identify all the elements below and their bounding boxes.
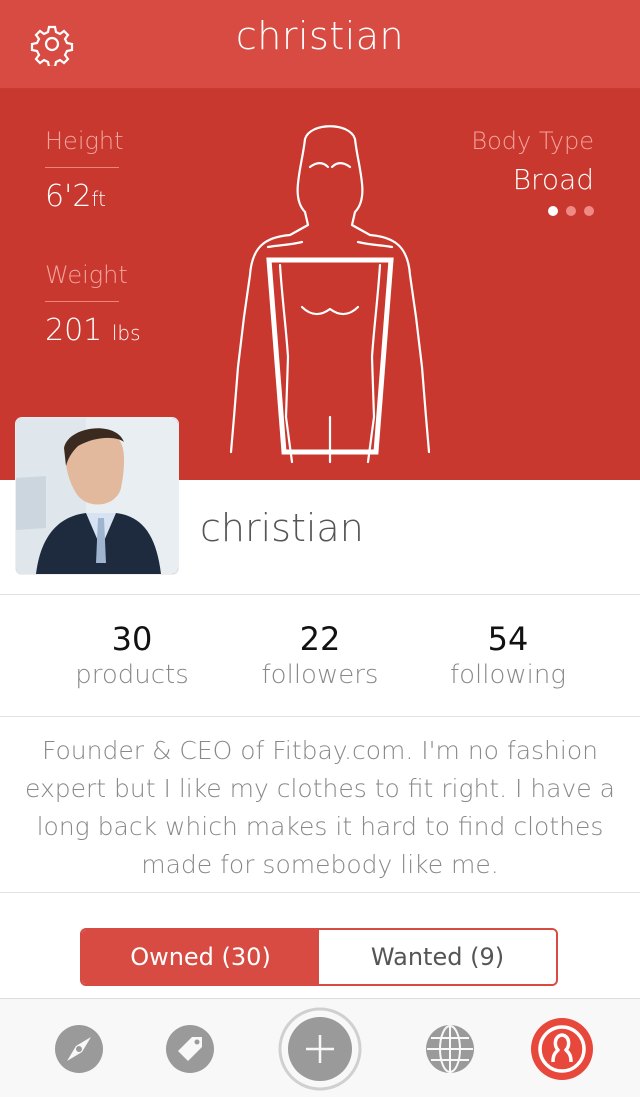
body-type-label: Body Type bbox=[471, 127, 594, 155]
products-stat[interactable]: 30 products bbox=[32, 620, 232, 690]
divider bbox=[0, 716, 640, 717]
height-label: Height bbox=[45, 127, 124, 155]
weight-value: 201 lbs bbox=[45, 313, 141, 348]
top-bar: christian bbox=[0, 0, 640, 89]
owned-wanted-toggle: Owned (30) Wanted (9) bbox=[80, 928, 558, 986]
profile-name: christian bbox=[200, 506, 364, 550]
followers-count: 22 bbox=[299, 620, 341, 658]
globe-icon[interactable] bbox=[424, 1023, 476, 1079]
tab-wanted[interactable]: Wanted (9) bbox=[319, 930, 556, 984]
body-type-pager[interactable] bbox=[548, 206, 594, 216]
pager-dot bbox=[566, 206, 576, 216]
products-count: 30 bbox=[111, 620, 153, 658]
profile-stats: 30 products 22 followers 54 following bbox=[0, 620, 640, 700]
divider bbox=[0, 892, 640, 893]
weight-divider bbox=[45, 301, 119, 302]
products-label: products bbox=[75, 660, 189, 690]
height-value: 6'2ft bbox=[45, 179, 106, 214]
body-silhouette bbox=[229, 125, 430, 464]
tab-owned[interactable]: Owned (30) bbox=[82, 930, 319, 984]
pager-dot bbox=[548, 206, 558, 216]
body-type-value[interactable]: Broad bbox=[513, 163, 594, 196]
profile-icon[interactable] bbox=[529, 1016, 595, 1086]
following-label: following bbox=[450, 660, 566, 690]
plus-icon[interactable] bbox=[278, 1007, 362, 1095]
pager-dot bbox=[584, 206, 594, 216]
profile-bio: Founder & CEO of Fitbay.com. I'm no fash… bbox=[25, 736, 615, 879]
tag-icon[interactable] bbox=[164, 1023, 216, 1079]
compass-icon[interactable] bbox=[53, 1023, 105, 1079]
divider bbox=[0, 594, 640, 595]
weight-label: Weight bbox=[45, 261, 128, 289]
avatar[interactable] bbox=[16, 418, 178, 574]
height-divider bbox=[45, 167, 119, 168]
followers-label: followers bbox=[261, 660, 379, 690]
bottom-tab-bar bbox=[0, 998, 640, 1097]
following-count: 54 bbox=[487, 620, 529, 658]
page-title: christian bbox=[235, 14, 405, 58]
following-stat[interactable]: 54 following bbox=[408, 620, 608, 690]
followers-stat[interactable]: 22 followers bbox=[220, 620, 420, 690]
